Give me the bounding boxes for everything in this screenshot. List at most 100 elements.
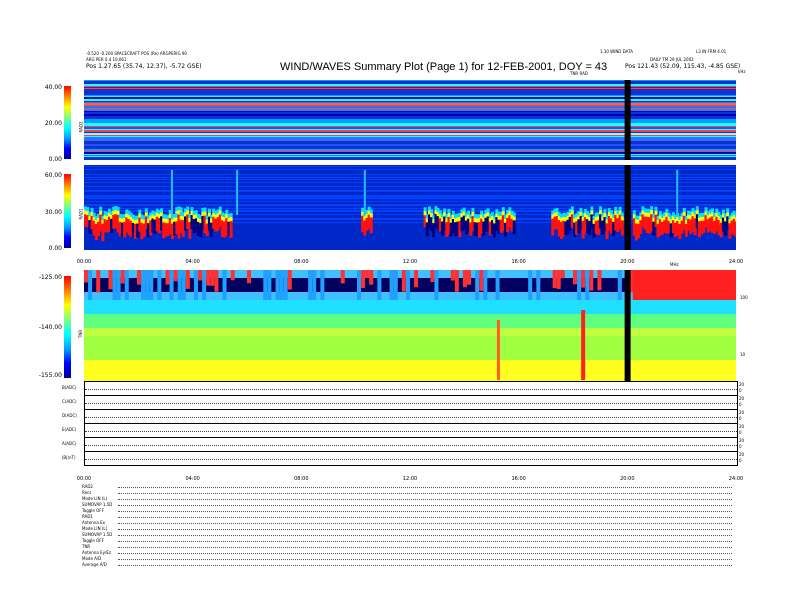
rad1-burst	[160, 208, 164, 213]
rad1-burst	[695, 206, 699, 211]
tnr-burst	[393, 270, 398, 300]
receiver-setting: Mode A/D	[82, 556, 102, 561]
rad1-burst	[471, 207, 475, 212]
tnr-burst	[405, 270, 410, 300]
rad1-burst	[579, 207, 583, 212]
tnr-burst	[165, 270, 170, 285]
rad1-burst	[609, 210, 613, 215]
tnr-burst	[108, 270, 113, 290]
tnr-burst	[475, 270, 480, 300]
strip-label: E(ADC)	[62, 427, 77, 432]
rad2-ytick: 0.00	[48, 156, 62, 163]
tnr-burst	[120, 270, 125, 284]
rad1-band	[84, 169, 736, 170]
dotted-divider	[118, 517, 732, 518]
tnr-burst	[149, 270, 154, 300]
tnr-burst	[560, 270, 565, 279]
rad1-burst	[218, 206, 222, 211]
tnr-burst	[556, 270, 561, 289]
rad2-band	[84, 136, 736, 137]
rad1-burst	[138, 209, 142, 214]
strip-range: 0	[739, 444, 742, 449]
strip-time-tick-label: 04:00	[185, 476, 200, 482]
rad2-band	[84, 119, 736, 121]
rad2-band	[84, 135, 736, 136]
rad1-spike	[170, 170, 173, 215]
tnr-burst	[434, 270, 439, 300]
rad1-burst	[682, 207, 686, 212]
strip-trace	[85, 417, 737, 418]
tnr-burst	[230, 270, 235, 281]
tnr-burst	[210, 270, 215, 286]
tnr-burst	[157, 270, 162, 300]
receiver-setting: Toggle OFF	[82, 538, 104, 543]
dotted-divider	[118, 505, 732, 506]
tnr-burst	[414, 270, 419, 288]
tnr-burst	[589, 270, 594, 291]
tnr-burst	[467, 270, 472, 285]
rad1-burst	[462, 207, 466, 212]
tnr-burst	[320, 270, 325, 300]
rad1-burst	[555, 208, 559, 213]
rad1-burst	[721, 209, 725, 214]
strip-range: 0	[739, 402, 742, 407]
rad1-band	[84, 177, 736, 178]
rad2-band	[84, 144, 736, 146]
tnr-burst	[287, 270, 292, 290]
rad1-burst	[186, 206, 190, 211]
dotted-divider	[118, 547, 732, 548]
rad1-burst	[447, 208, 451, 213]
rad1-burst	[618, 206, 622, 211]
tnr-burst	[377, 270, 382, 300]
dotted-divider	[118, 553, 732, 554]
tnr-colorbar	[64, 276, 71, 378]
header-left-line1: -0.520 -0.200 SPACECRAFT POS (Re) ARGPER…	[86, 51, 187, 56]
tnr-burst	[454, 270, 459, 292]
rad2-band	[84, 114, 736, 116]
rad1-burst	[486, 208, 490, 213]
receiver-setting: Toggle OFF	[82, 508, 104, 513]
strip-range: 20	[739, 452, 745, 457]
tnr-ytick: -140.00	[38, 324, 62, 331]
tnr-burst	[312, 270, 317, 300]
tnr-burst	[450, 270, 455, 281]
strip-range: 20	[739, 424, 745, 429]
strip-range: 20	[739, 410, 745, 415]
rad1-ytick: 60.00	[44, 172, 62, 179]
rad1-burst	[620, 212, 624, 217]
tnr-burst	[177, 270, 182, 300]
tnr-burst	[185, 270, 190, 289]
tnr-tag: TNR RAD	[570, 71, 588, 76]
mhz-unit: MHz	[670, 262, 679, 267]
rad1-spectrogram	[84, 165, 736, 250]
rad2-band	[84, 86, 736, 87]
tnr-burst	[263, 270, 268, 300]
strip-time-tick-label: 20:00	[620, 476, 635, 482]
rad1-burst	[86, 207, 90, 212]
dotted-divider	[118, 559, 732, 560]
rad2-band	[84, 130, 736, 132]
data-gap	[624, 165, 631, 250]
rad2-colorbar	[64, 86, 71, 159]
strip-time-tick-label: 00:00	[76, 476, 92, 482]
rad2-band	[84, 80, 736, 81]
rad1-burst	[512, 220, 516, 235]
rad2-band	[84, 111, 736, 112]
strip-range: 0	[739, 458, 742, 463]
dotted-divider	[118, 529, 732, 530]
strip-panel	[84, 437, 738, 452]
tnr-burst	[247, 270, 251, 284]
rad1-burst	[430, 209, 434, 214]
strip-trace	[85, 459, 737, 460]
tnr-burst	[361, 270, 366, 289]
rad1-burst	[734, 221, 736, 238]
tnr-burst	[495, 270, 500, 300]
tnr-burst	[462, 270, 467, 288]
time-tick-label: 20:00	[620, 259, 635, 265]
dotted-divider	[118, 487, 732, 488]
rad1-burst	[203, 207, 207, 212]
tnr-burst	[88, 270, 93, 300]
tnr-burst	[483, 270, 488, 300]
tnr-burst	[279, 270, 284, 300]
strip-range: 0	[739, 388, 742, 393]
